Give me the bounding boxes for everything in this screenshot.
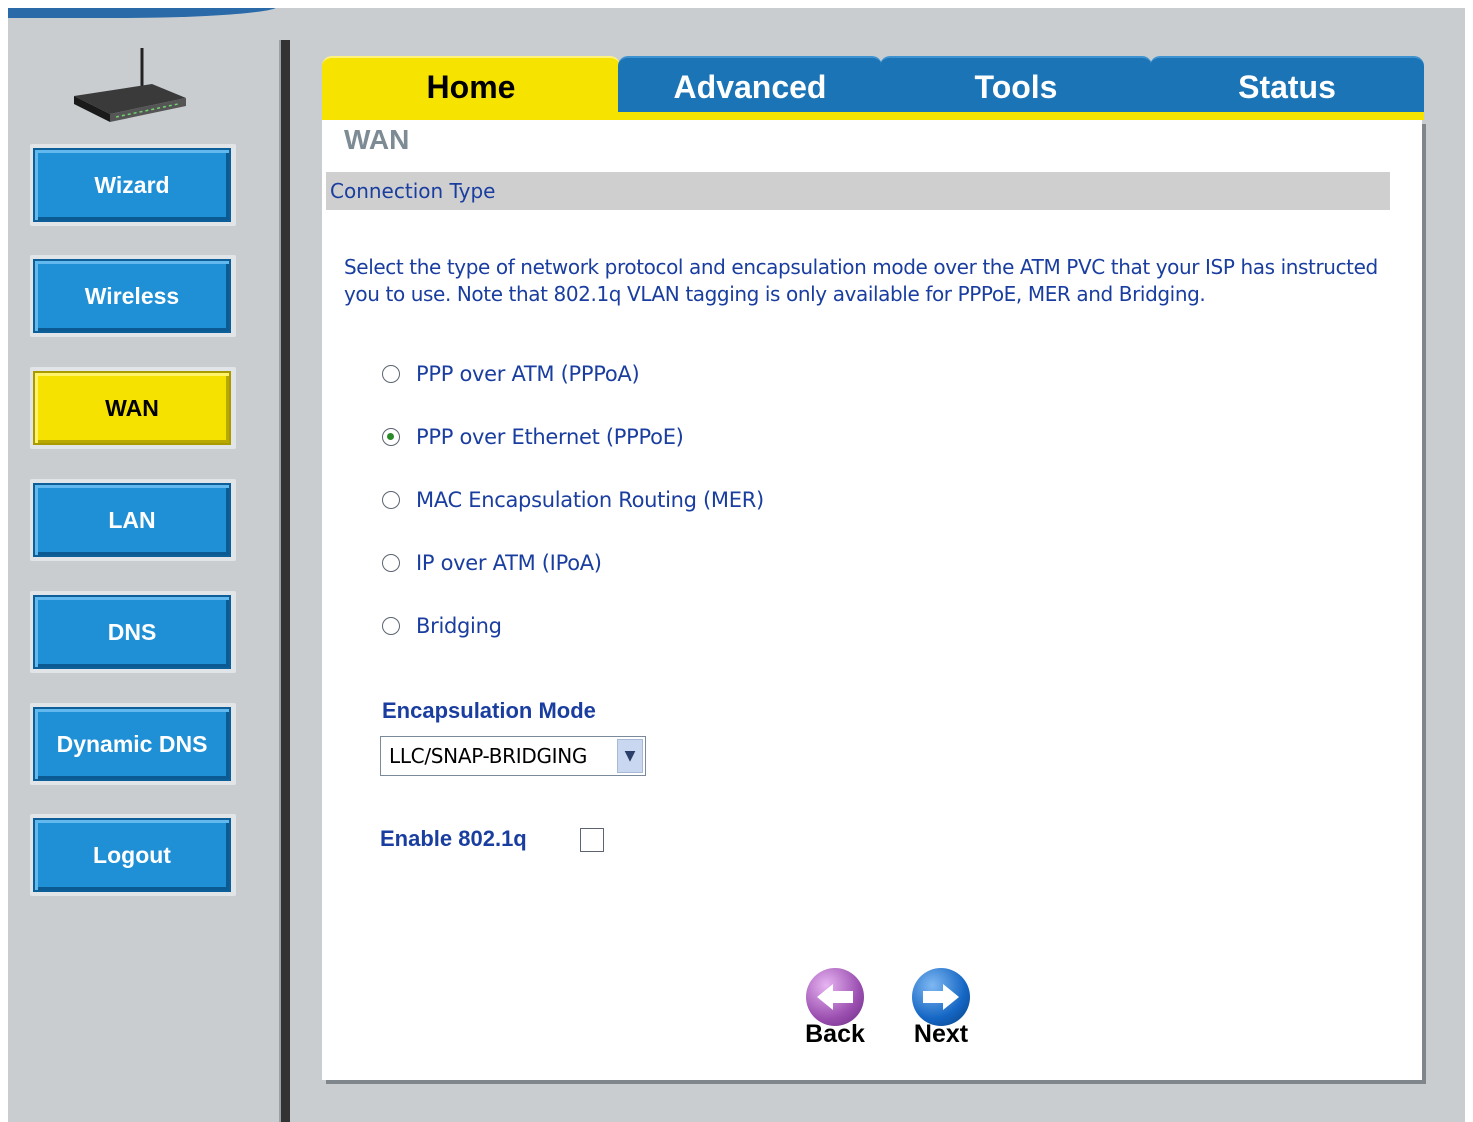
menu-dynamic-dns-label[interactable]: Dynamic DNS	[33, 707, 231, 781]
menu-logout-label[interactable]: Logout	[33, 818, 231, 892]
back-label: Back	[805, 1020, 865, 1048]
next-label: Next	[913, 1020, 969, 1048]
menu-wizard[interactable]: Wizard	[30, 144, 236, 226]
tab-tools[interactable]: Tools	[880, 56, 1152, 116]
tab-home[interactable]: Home	[322, 56, 620, 116]
tab-advanced[interactable]: Advanced	[618, 56, 882, 116]
header-swoosh	[8, 8, 278, 18]
mer-radio[interactable]	[382, 491, 400, 509]
option-bridging[interactable]: Bridging	[382, 611, 502, 641]
tab-status[interactable]: Status	[1150, 56, 1424, 116]
description-text: Select the type of network protocol and …	[344, 255, 1378, 306]
menu-dynamic-dns[interactable]: Dynamic DNS	[30, 703, 236, 785]
option-mer[interactable]: MAC Encapsulation Routing (MER)	[382, 485, 764, 515]
encapsulation-mode-label: Encapsulation Mode	[382, 698, 596, 723]
menu-wan[interactable]: WAN	[30, 367, 236, 449]
back-button[interactable]: Back	[800, 968, 870, 1058]
menu-wireless-label[interactable]: Wireless	[33, 259, 231, 333]
back-arrow-icon	[806, 968, 864, 1026]
router-icon	[74, 48, 186, 122]
section-header: Connection Type	[326, 172, 1390, 210]
next-button[interactable]: Next	[906, 968, 976, 1058]
pppoe-radio[interactable]	[382, 428, 400, 446]
next-arrow-icon	[912, 968, 970, 1026]
menu-wizard-label[interactable]: Wizard	[33, 148, 231, 222]
bridging-radio[interactable]	[382, 617, 400, 635]
menu-wan-label[interactable]: WAN	[33, 371, 231, 445]
menu-dns-label[interactable]: DNS	[33, 595, 231, 669]
tab-underline	[322, 112, 1424, 120]
pppoa-radio[interactable]	[382, 365, 400, 383]
top-tabs: Home Advanced Tools Status	[322, 56, 1424, 116]
menu-wireless[interactable]: Wireless	[30, 255, 236, 337]
pppoa-label: PPP over ATM (PPPoA)	[416, 362, 640, 386]
menu-lan-label[interactable]: LAN	[33, 483, 231, 557]
bridging-label: Bridging	[416, 614, 502, 638]
encapsulation-mode-value: LLC/SNAP-BRIDGING	[389, 744, 588, 768]
ipoa-radio[interactable]	[382, 554, 400, 572]
option-ipoa[interactable]: IP over ATM (IPoA)	[382, 548, 602, 578]
enable-8021q-checkbox[interactable]	[580, 828, 604, 852]
encapsulation-mode-select[interactable]: LLC/SNAP-BRIDGING ▼	[380, 736, 646, 776]
pppoe-label: PPP over Ethernet (PPPoE)	[416, 425, 684, 449]
option-pppoa[interactable]: PPP over ATM (PPPoA)	[382, 359, 640, 389]
chevron-down-icon[interactable]: ▼	[617, 739, 643, 773]
content-panel: WAN Connection Type Select the type of n…	[322, 120, 1422, 1080]
divider-bar	[279, 40, 290, 1122]
menu-logout[interactable]: Logout	[30, 814, 236, 896]
page-title: WAN	[344, 124, 410, 155]
enable-8021q-label: Enable 802.1q	[380, 826, 527, 851]
mer-label: MAC Encapsulation Routing (MER)	[416, 488, 764, 512]
ipoa-label: IP over ATM (IPoA)	[416, 551, 602, 575]
app-frame: Wizard Wireless WAN LAN DNS Dynamic DNS …	[8, 8, 1465, 1122]
menu-dns[interactable]: DNS	[30, 591, 236, 673]
menu-lan[interactable]: LAN	[30, 479, 236, 561]
option-pppoe[interactable]: PPP over Ethernet (PPPoE)	[382, 422, 684, 452]
